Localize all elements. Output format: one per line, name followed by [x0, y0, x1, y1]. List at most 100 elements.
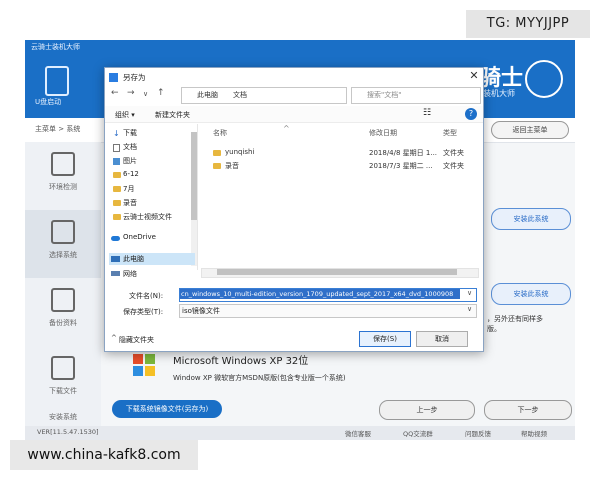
- address-segment-documents[interactable]: 文档: [233, 90, 247, 100]
- url-watermark: www.china-kafk8.com: [10, 440, 198, 470]
- document-icon: [113, 144, 120, 152]
- nav-item-yunqishi-videos[interactable]: 云骑士视频文件: [123, 212, 172, 222]
- file-date: 2018/7/3 星期二 ...: [369, 162, 433, 170]
- download-icon: ↓: [113, 129, 120, 138]
- address-segment-pc[interactable]: 此电脑: [197, 90, 218, 100]
- dialog-app-icon: [109, 73, 118, 82]
- filename-value: cn_windows_10_multi-edition_version_1709…: [181, 290, 454, 298]
- sidebar-item-env-check[interactable]: 环境检测: [25, 142, 101, 210]
- nav-item-onedrive[interactable]: OneDrive: [123, 233, 156, 241]
- cursor-icon: [51, 220, 75, 244]
- folder-icon: [213, 163, 221, 169]
- file-type: 文件夹: [443, 162, 464, 170]
- cancel-button[interactable]: 取消: [416, 331, 468, 347]
- nav-item-network[interactable]: 网络: [123, 269, 137, 279]
- status-bar: [25, 426, 575, 440]
- save-button[interactable]: 保存(S): [359, 331, 411, 347]
- list-icon: [51, 288, 75, 312]
- description-fragment: ，另外还有同样多: [487, 315, 543, 323]
- nav-item-this-pc[interactable]: 此电脑: [123, 254, 144, 264]
- qq-group-link[interactable]: QQ交流群: [403, 428, 433, 438]
- sidebar-item-label: 选择系统: [49, 251, 77, 259]
- nav-item-july[interactable]: 7月: [123, 184, 134, 194]
- install-system-button-2[interactable]: 安装此系统: [491, 283, 571, 305]
- column-header-date[interactable]: 修改日期: [369, 128, 397, 138]
- sidebar-item-backup[interactable]: 备份资料: [25, 278, 101, 346]
- help-icon[interactable]: ?: [465, 108, 477, 120]
- app-window: 云骑士装机大师 U盘启动 骑士 装机大师 主菜单 > 系统 返回主菜单 环境检测…: [25, 40, 575, 440]
- sidebar-item-label: 下载文件: [49, 387, 77, 395]
- nav-item-documents[interactable]: 文档: [123, 142, 137, 152]
- install-system-button-1[interactable]: 安装此系统: [491, 208, 571, 230]
- prev-step-button[interactable]: 上一步: [379, 400, 475, 420]
- sidebar-item-label: 环境检测: [49, 183, 77, 191]
- sidebar-item-download[interactable]: 下载文件: [25, 346, 101, 402]
- forward-arrow-icon[interactable]: →: [127, 88, 135, 98]
- filetype-label: 保存类型(T):: [123, 308, 164, 316]
- help-video-link[interactable]: 帮助视频: [521, 428, 547, 438]
- folder-icon: [113, 172, 121, 178]
- chevron-down-icon[interactable]: ∨: [467, 289, 472, 297]
- sort-chevron-icon: ^: [283, 124, 290, 133]
- folder-icon: [113, 214, 121, 220]
- file-name[interactable]: 录音: [225, 161, 239, 171]
- sidebar-item-label: 安装系统: [49, 413, 77, 421]
- chevron-down-icon[interactable]: ∨: [143, 90, 148, 98]
- telegram-watermark: TG: MYYJJPP: [466, 10, 590, 38]
- network-icon: [111, 271, 120, 276]
- nav-item-pictures[interactable]: 图片: [123, 156, 137, 166]
- file-name[interactable]: yunqishi: [225, 148, 254, 156]
- new-folder-button[interactable]: 新建文件夹: [155, 110, 190, 120]
- windows-logo-icon: [133, 354, 155, 376]
- brand-subtitle: 装机大师: [483, 89, 515, 98]
- folder-icon: [213, 150, 221, 156]
- description-fragment-2: 版。: [487, 325, 501, 333]
- usb-icon[interactable]: [45, 66, 69, 96]
- filename-label: 文件名(N):: [129, 292, 164, 300]
- nav-item-downloads[interactable]: 下载: [123, 128, 137, 138]
- wechat-service-link[interactable]: 微信客服: [345, 428, 371, 438]
- file-type: 文件夹: [443, 149, 464, 157]
- column-header-type[interactable]: 类型: [443, 128, 457, 138]
- cloud-icon: [111, 236, 120, 241]
- download-icon: [51, 356, 75, 380]
- download-image-button[interactable]: 下载系统镜像文件(另存为): [112, 400, 222, 418]
- back-arrow-icon[interactable]: ←: [111, 88, 119, 98]
- save-as-dialog: 另存为 ✕ ← → ∨ ↑ 此电脑 文档 搜索"文档" 组织 ▾ 新建文件夹 ☷…: [104, 67, 484, 352]
- xp-system-title[interactable]: Microsoft Windows XP 32位: [173, 352, 308, 367]
- sidebar: 环境检测 选择系统 备份资料 下载文件 安装系统: [25, 142, 101, 430]
- version-label: VER[11.5.47.1530]: [37, 428, 99, 436]
- xp-system-description: Window XP 微软官方MSDN原版(包含专业版一个系统): [173, 374, 346, 382]
- close-icon[interactable]: ✕: [467, 69, 481, 83]
- hide-folders-toggle[interactable]: 隐藏文件夹: [119, 335, 154, 345]
- sidebar-item-label: 备份资料: [49, 319, 77, 327]
- monitor-icon: [51, 152, 75, 176]
- back-to-menu-button[interactable]: 返回主菜单: [491, 121, 569, 139]
- computer-icon: [111, 256, 120, 262]
- folder-icon: [113, 200, 121, 206]
- chevron-down-icon[interactable]: ∨: [467, 305, 472, 313]
- view-icon[interactable]: ☷: [423, 108, 431, 118]
- filetype-select[interactable]: [179, 304, 477, 318]
- folder-icon: [113, 186, 121, 192]
- column-header-name[interactable]: 名称: [213, 128, 227, 138]
- nav-scrollbar-thumb[interactable]: [191, 132, 197, 220]
- knight-logo-icon: [525, 60, 563, 98]
- next-step-button[interactable]: 下一步: [484, 400, 572, 420]
- file-date: 2018/4/8 星期日 1...: [369, 149, 438, 157]
- breadcrumb: 主菜单 > 系统: [35, 125, 81, 133]
- search-placeholder: 搜索"文档": [367, 91, 402, 99]
- feedback-link[interactable]: 问题反馈: [465, 428, 491, 438]
- filetype-value: iso镜像文件: [182, 307, 220, 315]
- nav-selection-highlight: [109, 253, 195, 265]
- collapse-chevron-icon[interactable]: ^: [111, 334, 117, 342]
- up-arrow-icon[interactable]: ↑: [157, 88, 165, 98]
- nav-item-recordings[interactable]: 录音: [123, 198, 137, 208]
- nav-item-6-12[interactable]: 6-12: [123, 170, 139, 178]
- sidebar-item-select-system[interactable]: 选择系统: [25, 210, 101, 278]
- organize-button[interactable]: 组织 ▾: [115, 110, 135, 120]
- app-title: 云骑士装机大师: [31, 43, 80, 51]
- horizontal-scrollbar-thumb[interactable]: [217, 269, 457, 275]
- pictures-icon: [113, 158, 120, 165]
- usb-boot-label[interactable]: U盘启动: [35, 97, 61, 107]
